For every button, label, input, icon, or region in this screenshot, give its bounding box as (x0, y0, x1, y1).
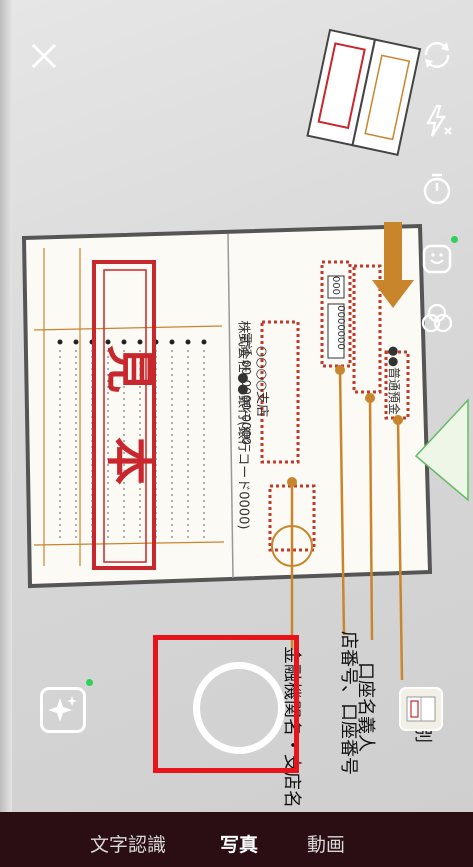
close-icon[interactable] (30, 42, 58, 70)
beauty-filter-icon[interactable] (420, 240, 454, 276)
gallery-preview-image (406, 696, 436, 722)
gallery-thumbnail[interactable] (399, 687, 443, 731)
account-type-value: ●●普通預金 (386, 346, 401, 415)
flash-off-icon[interactable] (420, 104, 454, 138)
sample-stamp-text: 見本 (101, 344, 158, 530)
color-filter-icon[interactable] (420, 302, 454, 336)
branch-name-text: ○○○○支店 (254, 345, 270, 418)
phone-text: 電話 00-0000-0000 (238, 332, 253, 445)
beauty-active-dot (451, 236, 458, 243)
account-number-value: 0000000 (334, 305, 346, 350)
mode-video[interactable]: 動画 (307, 830, 345, 857)
shutter-highlight-box (153, 635, 299, 773)
branch-code-value: 000 (330, 275, 342, 296)
flip-camera-icon[interactable] (420, 38, 454, 72)
timer-icon[interactable] (420, 172, 454, 206)
mode-text-recognition[interactable]: 文字認識 (90, 830, 166, 857)
sparkle-icon (48, 696, 77, 722)
effects-button[interactable] (40, 687, 86, 733)
camera-screen: 見本 株式会社●●銀行(銀行コード0000) ○○○○支店 電話 00-0000… (0, 0, 473, 867)
effects-active-dot (86, 679, 93, 686)
label-branch-account: 店番号、口座番号 (338, 631, 359, 775)
mode-photo[interactable]: 写真 (220, 830, 258, 857)
